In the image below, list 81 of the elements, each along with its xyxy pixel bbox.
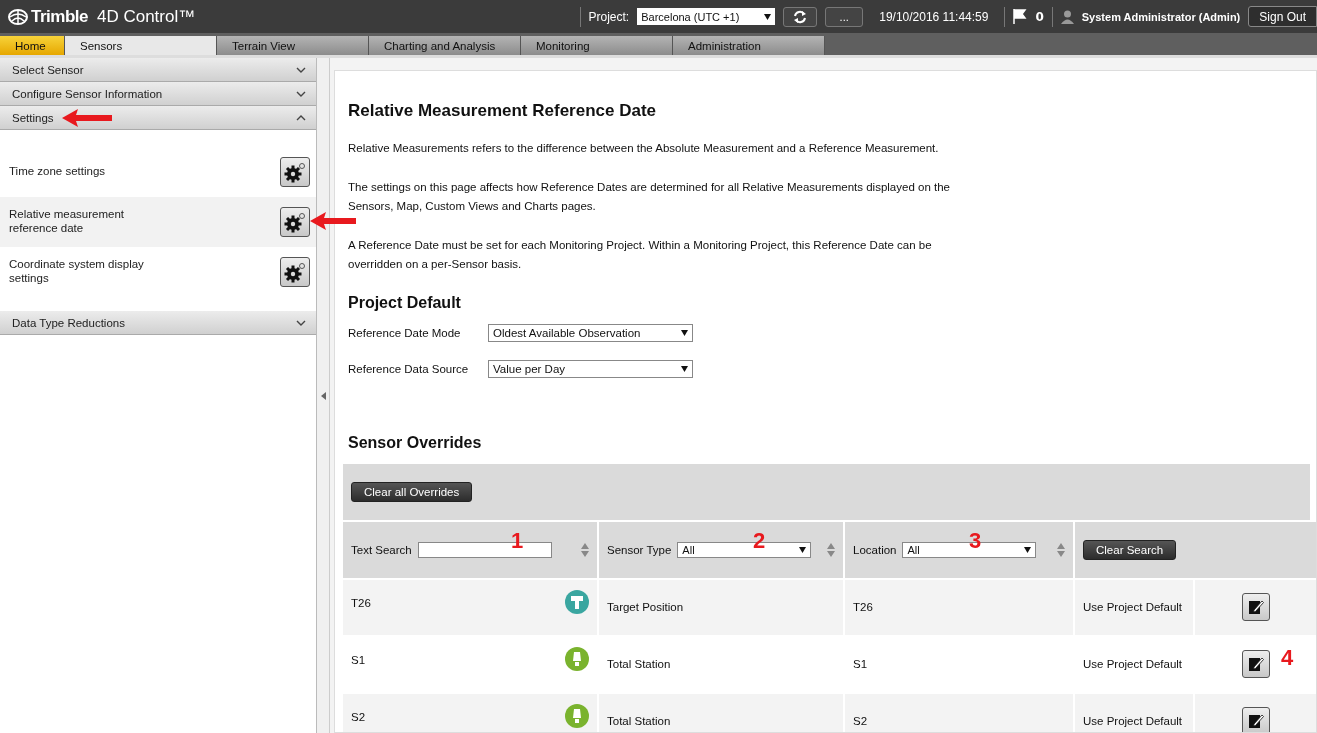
table-cell: T26 [845,579,1073,635]
filter-label: Sensor Type [607,543,672,556]
annotation-number: 4 [1281,644,1294,671]
table-cell: Use Project Default [1075,693,1193,732]
dropdown[interactable]: Value per Day [488,359,693,378]
nav-tab[interactable]: Home [0,36,65,55]
settings-item-label: Relative measurement reference date [9,208,126,236]
dropdown-caret-icon [681,365,688,372]
filter-label: Location [853,543,897,556]
description-text: The settings on this page affects how Reference Dates are determined for all Relative Measurements displayed on the Sensors, Map, Custom Views and Charts pages. [348,179,951,215]
sensor-name: S1 [351,653,366,666]
accordion-header[interactable]: Settings [0,106,316,130]
project-dropdown[interactable]: Barcelona (UTC +1) [637,8,776,25]
edit-button[interactable] [1241,650,1270,679]
dropdown-caret-icon [1024,546,1032,553]
field-label: Reference Date Mode [348,326,462,339]
settings-button[interactable] [280,157,310,187]
filter-label: Text Search [351,543,412,556]
user-name: System Administrator (Admin) [1081,10,1241,23]
section-title: Project Default [348,293,462,312]
product-name: 4D Control™ [96,6,196,27]
description-text: Relative Measurements refers to the difference between the Absolute Measurement and a Reference Measurement. [348,141,940,156]
table-cell: S2 [845,693,1073,732]
field-label: Reference Data Source [348,362,470,375]
settings-item[interactable]: Time zone settings [0,147,316,197]
clear-all-overrides-button[interactable]: Clear all Overrides [351,481,473,502]
edit-button[interactable] [1241,707,1270,732]
section-title: Sensor Overrides [348,433,483,452]
accordion-header[interactable]: Select Sensor [0,58,316,82]
nav-tab[interactable]: Sensors [65,36,217,55]
table-cell: Total Station [599,693,843,732]
sensor-name: T26 [351,596,371,609]
edit-icon [1247,713,1264,730]
settings-item[interactable]: Relative measurement reference date [0,197,316,247]
page-title: Relative Measurement Reference Date [348,101,658,121]
settings-item[interactable]: Coordinate system display settings [0,247,316,297]
sort-icon [581,541,589,558]
dropdown-caret-icon [799,546,807,553]
settings-button[interactable] [280,207,310,237]
accordion-header[interactable]: Configure Sensor Information [0,82,316,106]
dropdown-caret-icon [681,329,688,336]
chevron-up-icon [296,114,306,121]
flag-icon [1013,9,1028,24]
sort-icon [1057,541,1065,558]
globe-logo-icon [8,8,28,25]
description-text: A Reference Date must be set for each Monitoring Project. Within a Monitoring Project, this Reference Date can be overridden on a per-Sensor basis. [348,237,933,273]
settings-button[interactable] [280,257,310,287]
nav-tab[interactable]: Charting and Analysis [369,36,521,55]
accordion-header[interactable]: Data Type Reductions [0,311,316,335]
sensor-name: S2 [351,710,366,723]
edit-button[interactable] [1241,593,1270,622]
clear-search-button[interactable]: Clear Search [1083,539,1177,560]
nav-tab[interactable]: Monitoring [521,36,673,55]
gear-icon [283,161,307,183]
dropdown[interactable]: Oldest Available Observation [488,323,693,342]
gear-icon [283,261,307,283]
chevron-down-icon [296,66,306,73]
nav-tab[interactable]: Terrain View [217,36,369,55]
flag-count: 0 [1035,9,1044,24]
annotation-number: 1 [511,527,524,554]
table-cell: Use Project Default [1075,579,1193,635]
user-icon [1060,9,1074,24]
chevron-down-icon [296,90,306,97]
refresh-icon [792,9,809,24]
edit-icon [1247,656,1264,673]
date-time: 19/10/2016 11:44:59 [879,9,989,24]
refresh-button[interactable] [783,6,818,27]
table-cell: Target Position [599,579,843,635]
gear-icon [283,211,307,233]
settings-item-label: Time zone settings [9,165,107,179]
project-label: Project: [588,9,630,24]
nav-tab[interactable]: Administration [673,36,825,55]
collapse-arrow-icon [320,391,326,400]
sign-out-button[interactable]: Sign Out [1248,6,1317,27]
more-button[interactable]: ... [825,6,864,27]
sort-icon [827,541,835,558]
settings-item-label: Coordinate system display settings [9,258,145,286]
chevron-down-icon [296,319,306,326]
brand-name: Trimble [31,6,88,27]
edit-icon [1247,599,1264,616]
dropdown-caret-icon [764,13,772,20]
